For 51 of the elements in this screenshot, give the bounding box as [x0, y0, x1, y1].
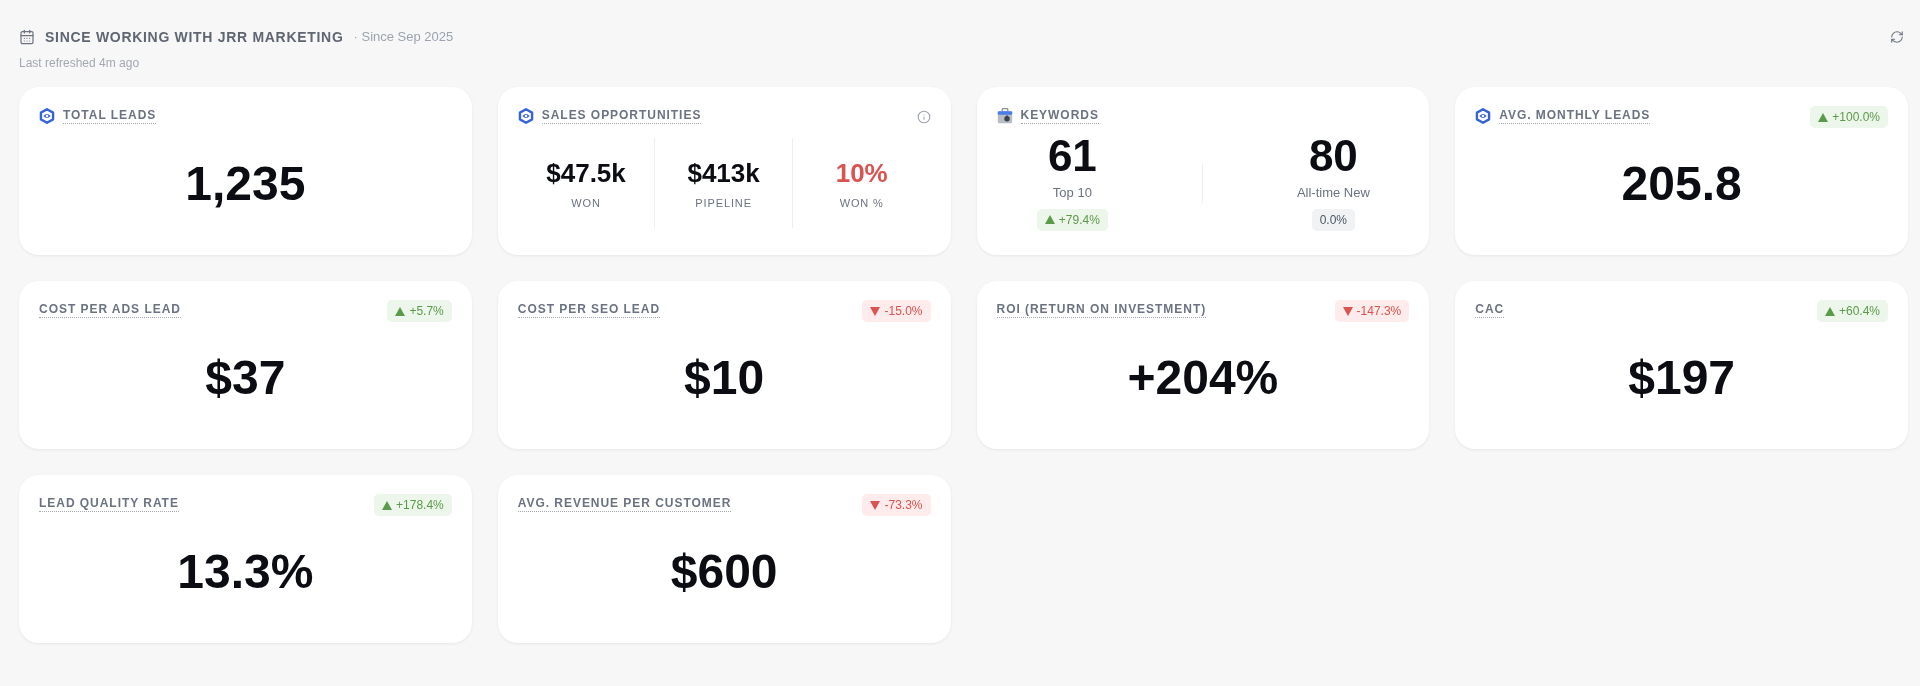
- change-value: +79.4%: [1058, 211, 1100, 229]
- triangle-down-icon: [870, 306, 881, 316]
- refresh-icon[interactable]: [1890, 30, 1904, 44]
- change-value: -147.3%: [1356, 303, 1402, 320]
- triangle-up-icon: [1824, 306, 1835, 316]
- metric-value: 205.8: [1621, 159, 1742, 208]
- triangle-down-icon: [870, 500, 881, 510]
- metric-value: 61: [1047, 134, 1097, 178]
- metric-title: KEYWORDS: [1020, 108, 1099, 124]
- calendar-icon: [19, 29, 35, 45]
- section-title: SINCE WORKING WITH JRR MARKETING: [45, 28, 344, 47]
- metric-value: 1,235: [185, 159, 306, 208]
- triangle-down-icon: [1342, 306, 1353, 316]
- metric-label: WON %: [839, 196, 884, 210]
- metric-title: ROI (RETURN ON INVESTMENT): [996, 302, 1207, 318]
- metric-value: $413k: [687, 157, 760, 190]
- metric-title: AVG. REVENUE PER CUSTOMER: [517, 496, 732, 512]
- metric-title: AVG. MONTHLY LEADS: [1499, 108, 1651, 124]
- change-value: +100.0%: [1832, 109, 1880, 126]
- metric-label: PIPELINE: [695, 196, 752, 210]
- change-value: -73.3%: [884, 497, 923, 514]
- triangle-up-icon: [1818, 112, 1829, 122]
- metric-title: COST PER SEO LEAD: [517, 302, 661, 318]
- metric-title: CAC: [1475, 302, 1505, 318]
- metric-title: LEAD QUALITY RATE: [39, 496, 179, 512]
- metric-title: SALES OPPORTUNITIES: [541, 108, 702, 124]
- metric-value: $197: [1628, 353, 1735, 402]
- metric-value: $47.5k: [546, 157, 626, 190]
- metric-value: 13.3%: [177, 547, 314, 596]
- metric-title: COST PER ADS LEAD: [39, 302, 181, 318]
- triangle-up-icon: [382, 500, 393, 510]
- triangle-up-icon: [1044, 215, 1055, 224]
- change-value: -15.0%: [884, 303, 923, 320]
- metric-value: +204%: [1127, 353, 1279, 402]
- metric-value: 80: [1308, 134, 1358, 178]
- change-value: +178.4%: [396, 497, 444, 514]
- metric-value: $37: [205, 353, 286, 402]
- metric-title: TOTAL LEADS: [63, 108, 157, 124]
- metric-label: Top 10: [1052, 185, 1092, 201]
- metric-value: 10%: [835, 157, 888, 190]
- metric-label: All-time New: [1296, 185, 1370, 201]
- change-value: 0.0%: [1319, 212, 1348, 229]
- triangle-up-icon: [395, 306, 406, 316]
- metric-label: WON: [571, 196, 601, 210]
- change-value: +60.4%: [1838, 303, 1880, 320]
- date-range-text: · Since Sep 2025: [353, 28, 454, 46]
- change-value: +5.7%: [409, 303, 444, 320]
- info-icon[interactable]: [916, 110, 931, 124]
- refresh-status-text: Last refreshed 4m ago: [19, 55, 140, 71]
- metric-value: $10: [684, 353, 765, 402]
- metric-value: $600: [670, 547, 778, 596]
